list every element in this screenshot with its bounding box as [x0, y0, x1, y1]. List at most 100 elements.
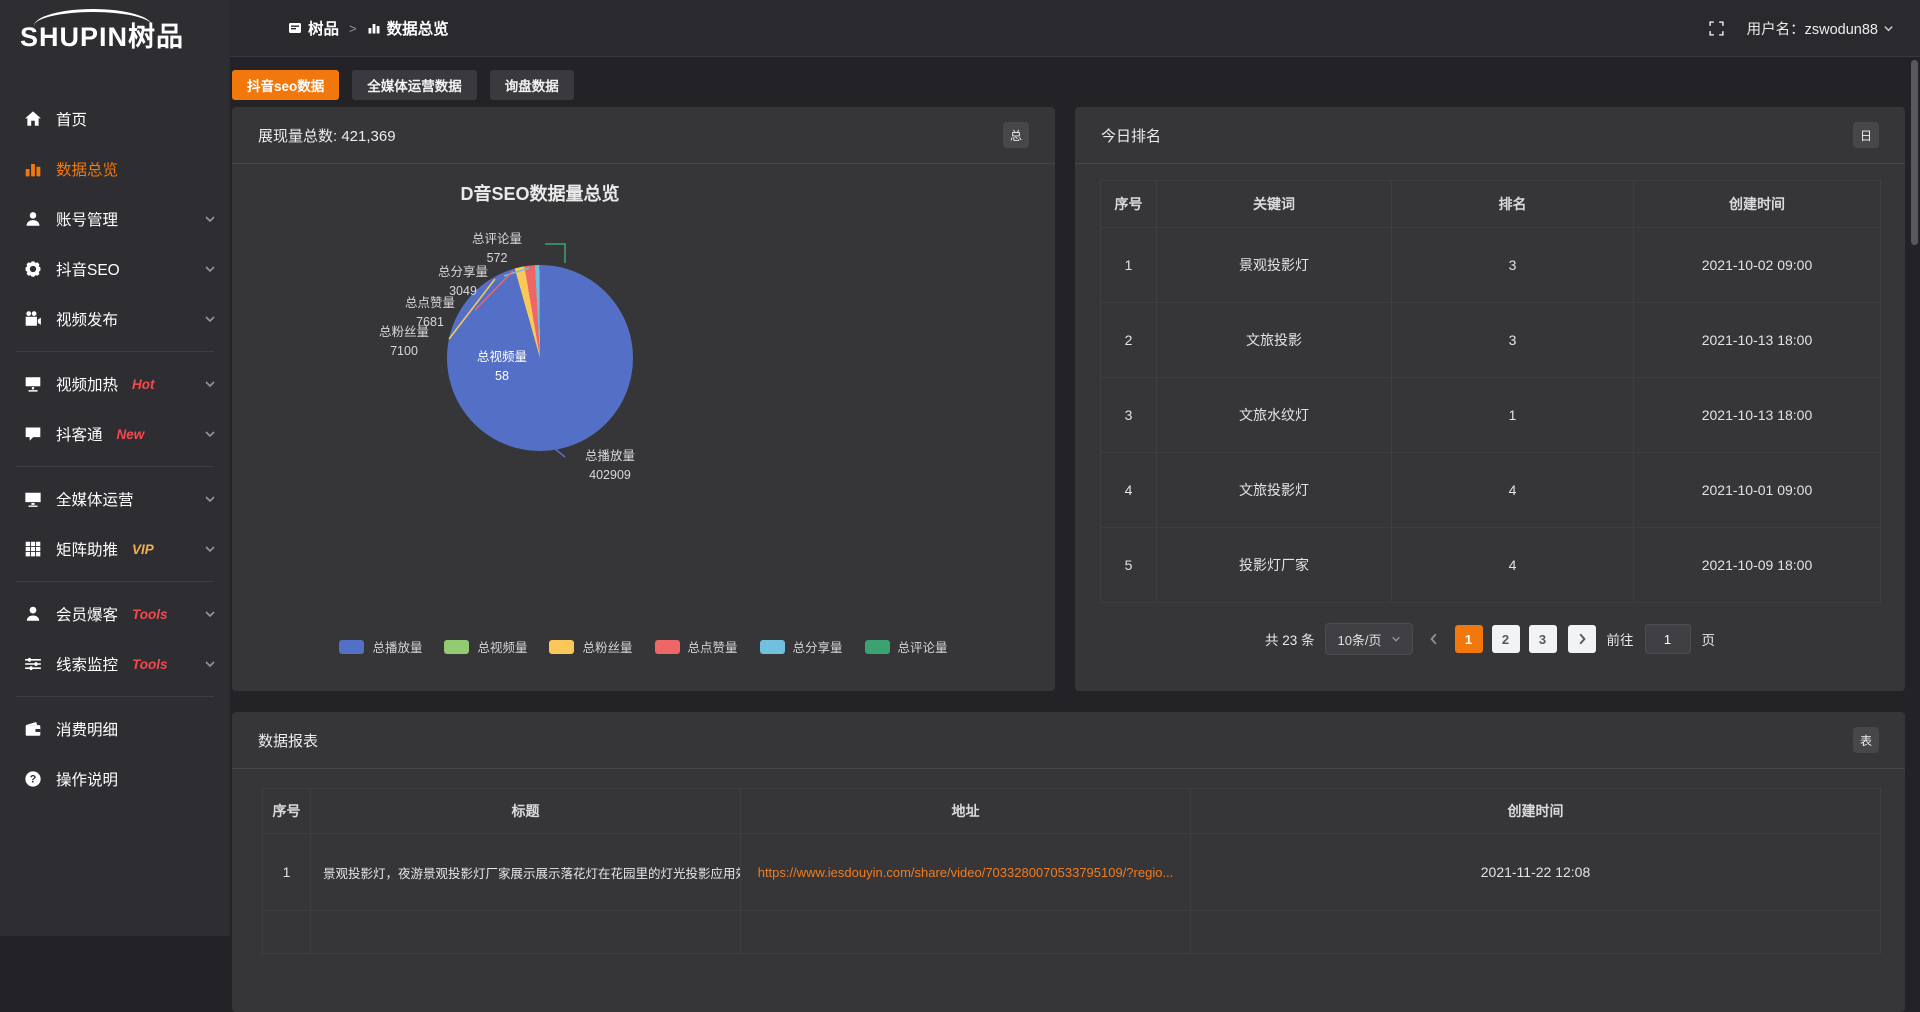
grid-icon	[24, 540, 42, 558]
report-created: 2021-11-22 12:08	[1191, 834, 1881, 911]
legend-swatch	[865, 640, 890, 654]
sidebar-item-label: 矩阵助推	[56, 538, 118, 560]
sidebar-item-label: 消费明细	[56, 718, 118, 740]
sidebar-item-clue-monitor[interactable]: 线索监控Tools	[0, 639, 230, 689]
sidebar-item-label: 全媒体运营	[56, 488, 134, 510]
chevron-down-icon	[204, 378, 216, 390]
overview-panel: 展现量总数: 421,369 总 D音SEO数据量总览 总评论量 572 总分享…	[232, 107, 1055, 691]
sidebar-item-label: 首页	[56, 108, 87, 130]
chart-title: D音SEO数据量总览	[232, 180, 848, 206]
sidebar-item-label: 抖客通	[56, 423, 103, 445]
sidebar-item-account[interactable]: 账号管理	[0, 194, 230, 244]
ranking-row: 5投影灯厂家42021-10-09 18:00	[1101, 528, 1881, 603]
legend-swatch	[339, 640, 364, 654]
logo-arc	[34, 9, 152, 26]
page-size-select[interactable]: 10条/页	[1325, 623, 1412, 655]
chart-icon	[24, 160, 42, 178]
report-row: 1景观投影灯，夜游景观投影灯厂家展示展示落花灯在花园里的灯光投影应用效果 #ht…	[263, 834, 1881, 911]
legend-item[interactable]: 总视频量	[444, 637, 527, 656]
prev-page-button[interactable]	[1424, 633, 1444, 645]
tab-3[interactable]: 询盘数据	[490, 70, 574, 100]
report-panel-header: 数据报表 表	[232, 712, 1905, 769]
ranking-row: 1景观投影灯32021-10-02 09:00	[1101, 228, 1881, 303]
sidebar-item-media-operation[interactable]: 全媒体运营	[0, 474, 230, 524]
pagination-total: 共 23 条	[1265, 629, 1315, 649]
sidebar-item-badge: VIP	[132, 542, 154, 557]
sidebar-item-member-baoke[interactable]: 会员爆客Tools	[0, 589, 230, 639]
next-page-button[interactable]	[1568, 625, 1596, 653]
report-row	[263, 911, 1881, 954]
report-table-header: 序号标题地址创建时间	[263, 789, 1881, 834]
page-button-2[interactable]: 2	[1492, 625, 1520, 653]
report-column-header: 地址	[741, 789, 1191, 834]
sidebar: SHUPIN树品 首页数据总览账号管理抖音SEO视频发布视频加热Hot抖客通Ne…	[0, 0, 230, 936]
sidebar-item-badge: Tools	[132, 607, 168, 622]
ranking-panel: 今日排名 日 序号关键词排名创建时间 1景观投影灯32021-10-02 09:…	[1075, 107, 1905, 691]
topbar: 树品 > 数据总览 用户名：zswodun88	[230, 0, 1920, 57]
sidebar-item-home[interactable]: 首页	[0, 94, 230, 144]
sidebar-item-label: 视频发布	[56, 308, 118, 330]
page-button-1[interactable]: 1	[1455, 625, 1483, 653]
sliders-icon	[24, 655, 42, 673]
report-link[interactable]: https://www.iesdouyin.com/share/video/70…	[741, 834, 1191, 911]
username-label: 用户名：zswodun88	[1747, 18, 1878, 39]
ranking-column-header: 排名	[1392, 181, 1634, 228]
chevron-down-icon	[1883, 23, 1894, 34]
legend-item[interactable]: 总评论量	[865, 637, 948, 656]
sidebar-menu: 首页数据总览账号管理抖音SEO 视频发布视频加热Hot抖客通New 全媒体运营矩阵助…	[0, 80, 230, 804]
legend-item[interactable]: 总点赞量	[655, 637, 738, 656]
sidebar-item-label: 账号管理	[56, 208, 118, 230]
sidebar-item-douketong[interactable]: 抖客通New	[0, 409, 230, 459]
breadcrumb-separator: >	[349, 21, 357, 36]
scrollbar[interactable]	[1911, 60, 1918, 245]
tab-2[interactable]: 全媒体运营数据	[352, 70, 477, 100]
sidebar-item-douyin-seo[interactable]: 抖音SEO	[0, 244, 230, 294]
tab-1[interactable]: 抖音seo数据	[232, 70, 339, 100]
page-button-3[interactable]: 3	[1529, 625, 1557, 653]
report-column-header: 创建时间	[1191, 789, 1881, 834]
goto-page-input[interactable]	[1645, 624, 1691, 654]
ranking-column-header: 关键词	[1157, 181, 1392, 228]
pie-label-play: 总播放量 402909	[562, 447, 658, 485]
report-title: 数据报表	[258, 730, 318, 751]
report-column-header: 序号	[263, 789, 311, 834]
sidebar-item-matrix-boost[interactable]: 矩阵助推 VIP	[0, 524, 230, 574]
page-list: 123	[1455, 625, 1557, 653]
legend-label: 总播放量	[372, 637, 422, 656]
overview-badge[interactable]: 总	[1003, 122, 1029, 148]
chevron-down-icon	[204, 213, 216, 225]
ranking-badge[interactable]: 日	[1853, 122, 1879, 148]
username-menu[interactable]: 用户名：zswodun88	[1747, 18, 1894, 39]
legend-item[interactable]: 总播放量	[339, 637, 422, 656]
chevron-down-icon	[1391, 634, 1401, 644]
legend-label: 总粉丝量	[582, 637, 632, 656]
dashboard-icon	[288, 21, 302, 35]
sidebar-item-help[interactable]: ?操作说明	[0, 754, 230, 804]
fullscreen-icon[interactable]	[1708, 20, 1725, 37]
sidebar-divider	[16, 351, 214, 352]
report-table: 序号标题地址创建时间 1景观投影灯，夜游景观投影灯厂家展示展示落花灯在花园里的灯…	[262, 788, 1881, 954]
chevron-down-icon	[204, 493, 216, 505]
comment-icon	[24, 425, 42, 443]
legend-label: 总视频量	[477, 637, 527, 656]
report-index: 1	[263, 834, 311, 911]
breadcrumb-item-current[interactable]: 数据总览	[367, 17, 449, 39]
chevron-down-icon	[204, 543, 216, 555]
legend-swatch	[760, 640, 785, 654]
sidebar-divider	[16, 696, 214, 697]
legend-item[interactable]: 总分享量	[760, 637, 843, 656]
chart-legend: 总播放量 总视频量 总粉丝量 总点赞量 总分享量 总评论量	[232, 637, 1055, 656]
sidebar-item-consumption[interactable]: 消费明细	[0, 704, 230, 754]
report-badge[interactable]: 表	[1853, 727, 1879, 753]
breadcrumb: 树品 > 数据总览	[288, 17, 449, 39]
pie-label-lines	[232, 164, 1055, 691]
breadcrumb-item-root[interactable]: 树品	[288, 17, 339, 39]
user-icon	[24, 210, 42, 228]
legend-item[interactable]: 总粉丝量	[549, 637, 632, 656]
sidebar-item-data-overview[interactable]: 数据总览	[0, 144, 230, 194]
chevron-down-icon	[204, 608, 216, 620]
sidebar-item-video-heat[interactable]: 视频加热Hot	[0, 359, 230, 409]
sidebar-item-badge: Tools	[132, 657, 168, 672]
sidebar-item-video-publish[interactable]: 视频发布	[0, 294, 230, 344]
ranking-title: 今日排名	[1101, 125, 1161, 146]
